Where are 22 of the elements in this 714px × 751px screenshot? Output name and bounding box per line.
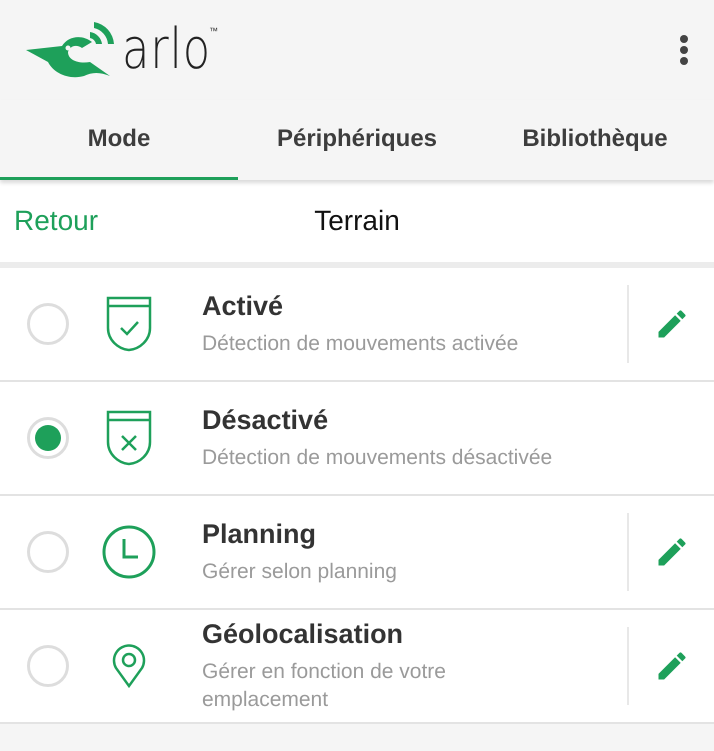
mode-title: Planning bbox=[202, 518, 317, 550]
shield-check-icon bbox=[106, 296, 152, 352]
mode-description: Gérer en fonction de votre emplacement bbox=[202, 658, 447, 712]
radio-button[interactable] bbox=[27, 645, 69, 687]
location-pin-icon bbox=[112, 644, 146, 688]
mode-title: Activé bbox=[202, 290, 284, 322]
logo-text: arlo bbox=[122, 20, 211, 80]
more-menu-icon[interactable] bbox=[680, 35, 688, 65]
clock-icon bbox=[102, 525, 156, 579]
mode-title: Désactivé bbox=[202, 404, 330, 436]
radio-button[interactable] bbox=[27, 531, 69, 573]
tab[interactable]: Bibliothèque bbox=[476, 100, 714, 180]
mode-title: Géolocalisation bbox=[202, 618, 404, 650]
mode-description: Détection de mouvements désactivée bbox=[202, 444, 554, 470]
radio-button[interactable] bbox=[27, 303, 69, 345]
screen-title: Terrain bbox=[314, 205, 400, 237]
shield-x-icon bbox=[106, 410, 152, 466]
radio-button[interactable] bbox=[27, 417, 69, 459]
tab[interactable]: Périphériques bbox=[238, 100, 476, 180]
trademark-mark: ™ bbox=[209, 26, 218, 36]
mode-description: Gérer selon planning bbox=[202, 558, 398, 584]
mode-description: Détection de mouvements activée bbox=[202, 330, 520, 356]
